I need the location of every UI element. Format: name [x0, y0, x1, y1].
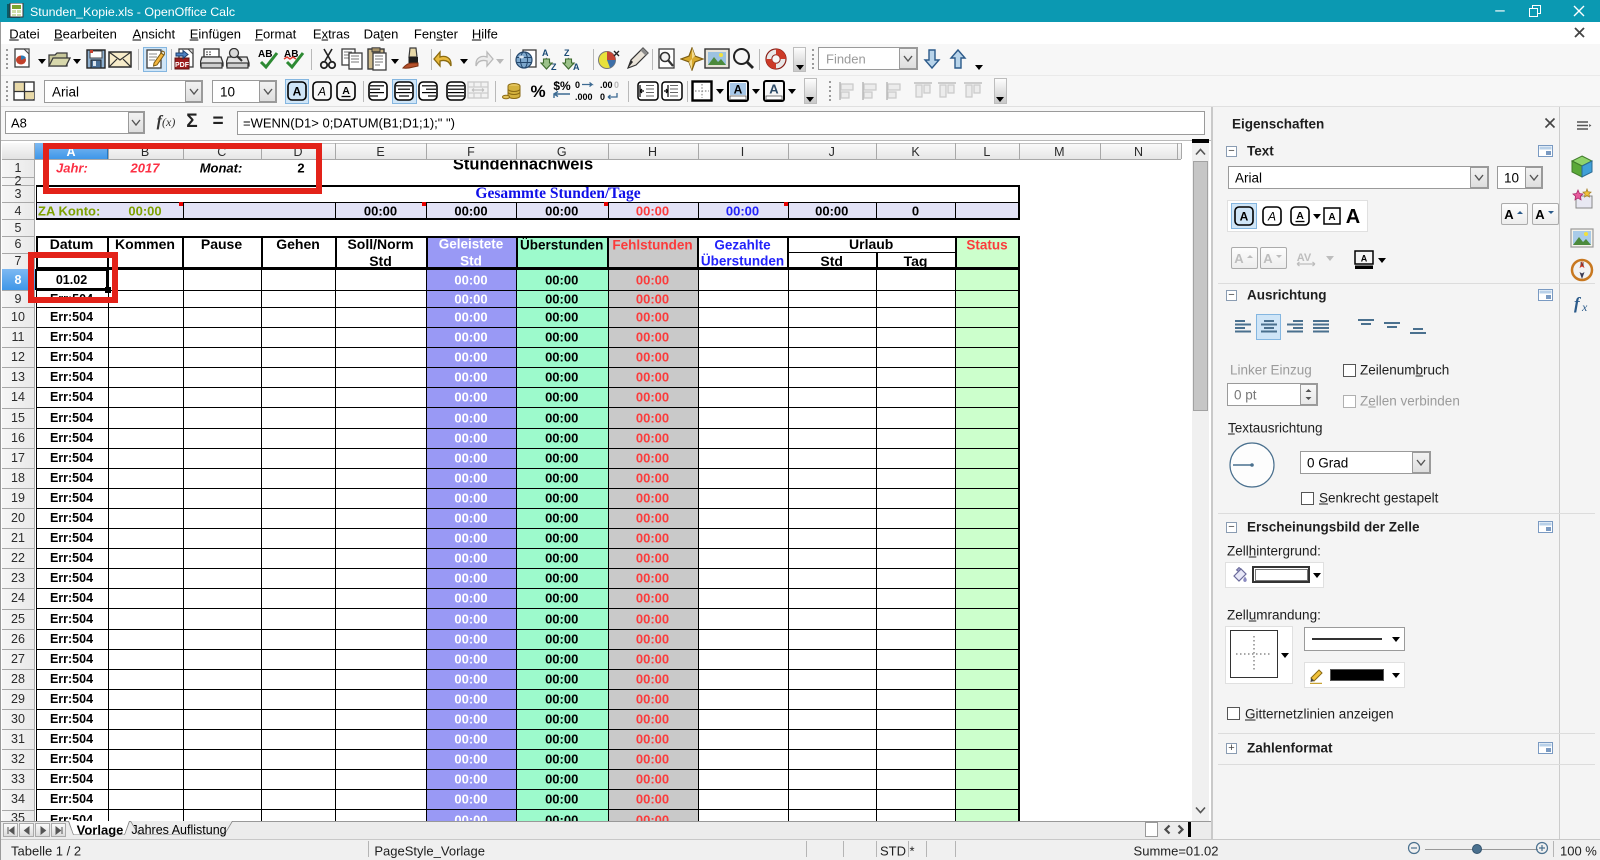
svg-text:A: A: [1328, 212, 1335, 223]
svg-text:$%: $%: [553, 79, 571, 93]
svg-text:A: A: [734, 83, 743, 97]
svg-text:A: A: [1240, 210, 1249, 224]
svg-text:A: A: [1535, 207, 1545, 222]
svg-text:0: 0: [600, 92, 605, 102]
svg-text:.000: .000: [575, 92, 593, 102]
svg-text:A: A: [316, 85, 325, 99]
svg-text:A: A: [1267, 210, 1276, 224]
svg-text:A: A: [1263, 251, 1273, 266]
svg-text:A: A: [1504, 207, 1514, 222]
svg-text:A: A: [1296, 210, 1304, 222]
svg-text:A: A: [1234, 251, 1244, 266]
svg-text:N: N: [1580, 262, 1584, 268]
svg-text:.00: .00: [600, 80, 613, 90]
svg-text:0: 0: [575, 80, 580, 90]
svg-text:%: %: [530, 82, 545, 100]
svg-text:A: A: [1361, 254, 1368, 264]
svg-text:f: f: [1574, 294, 1582, 313]
svg-text:A: A: [342, 85, 350, 97]
svg-text:0: 0: [614, 80, 619, 90]
svg-text:A: A: [292, 85, 301, 99]
svg-text:PDF: PDF: [175, 62, 190, 69]
svg-text:Z: Z: [564, 48, 570, 58]
svg-text:AB: AB: [258, 49, 272, 60]
svg-text:x: x: [1581, 300, 1588, 313]
svg-text:A: A: [542, 48, 549, 58]
svg-text:A: A: [1346, 206, 1360, 227]
svg-text:A: A: [769, 82, 779, 97]
